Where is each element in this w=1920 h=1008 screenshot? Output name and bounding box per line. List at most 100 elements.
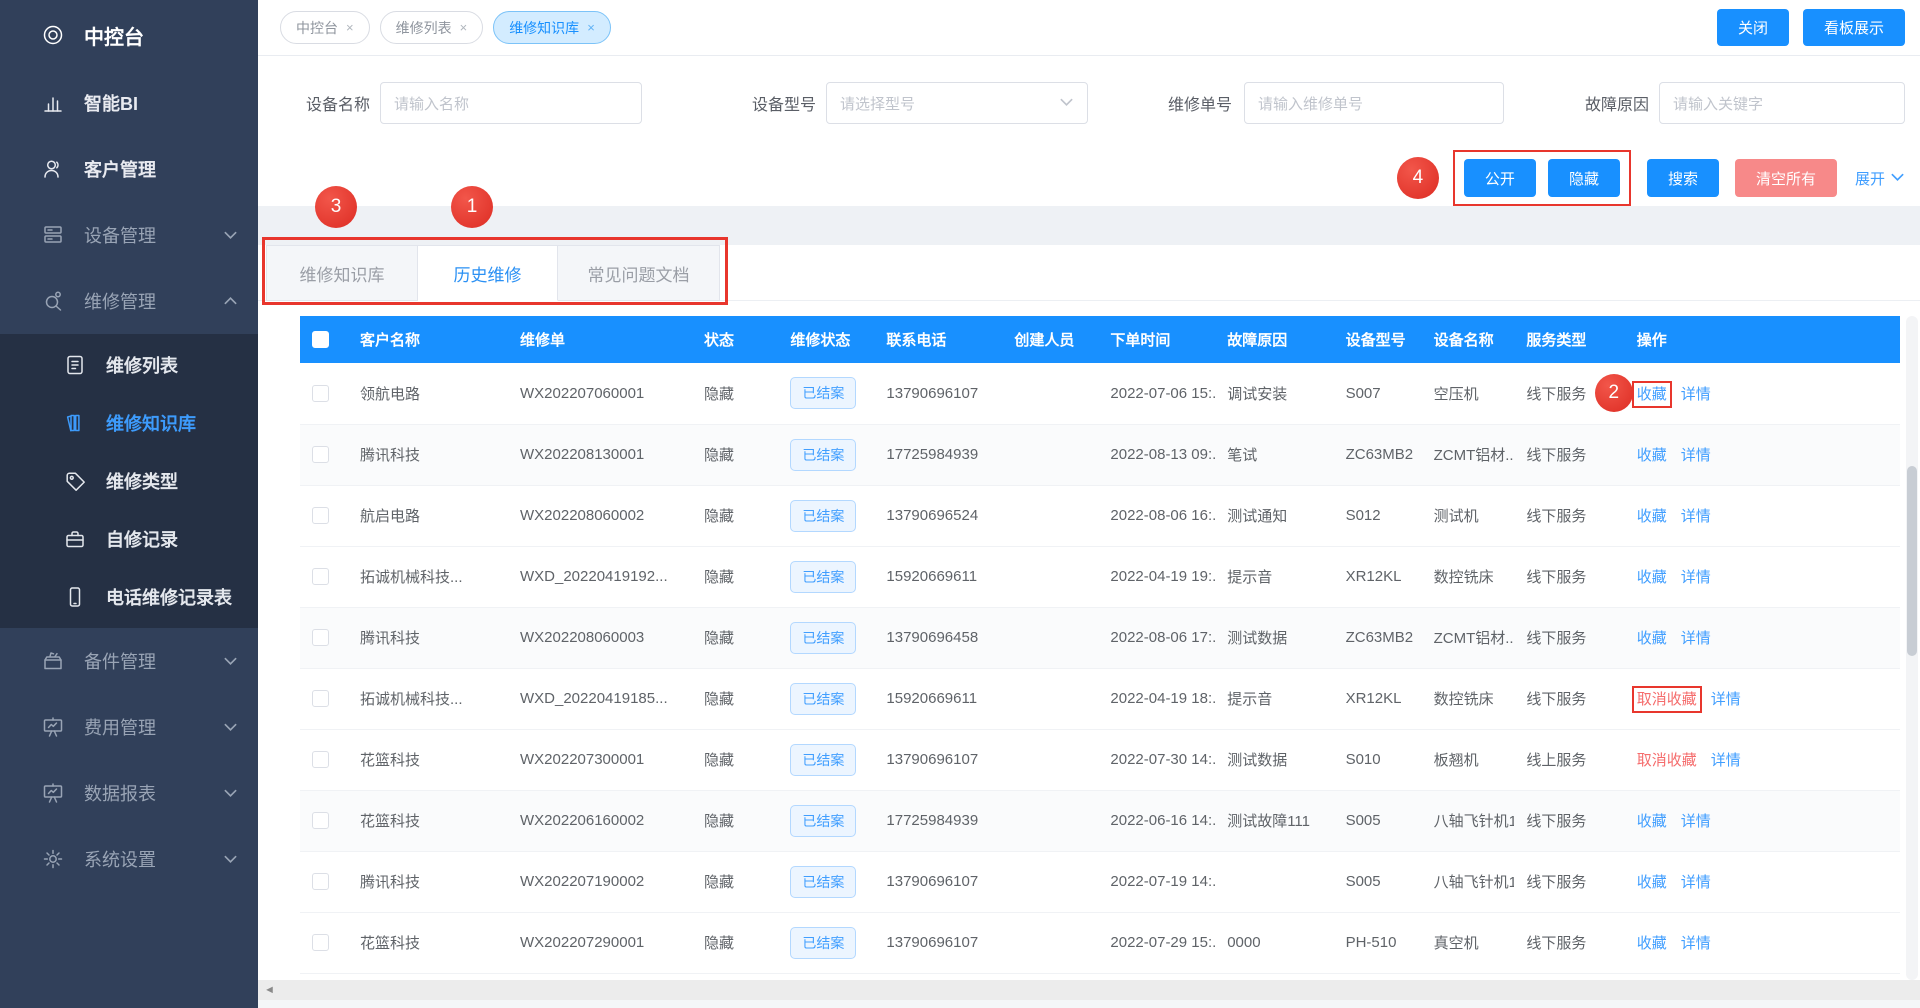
tab-维修知识库[interactable]: 维修知识库	[266, 245, 418, 301]
favorite-link[interactable]: 收藏	[1637, 813, 1667, 830]
filter-label: 维修单号	[1152, 91, 1232, 115]
hide-button[interactable]: 隐藏	[1548, 159, 1620, 197]
close-tag-icon[interactable]: ×	[587, 20, 595, 35]
cell-customer-name: 腾讯科技	[348, 851, 508, 912]
detail-link[interactable]: 详情	[1681, 935, 1711, 952]
chevron-down-icon	[1890, 170, 1905, 187]
cell-order-number: WX202206160002	[508, 790, 692, 851]
cell-creator	[1002, 790, 1098, 851]
sidebar-item-系统设置[interactable]: 系统设置	[0, 826, 258, 892]
page-tag-label: 中控台	[296, 18, 338, 38]
cell-contact-phone: 13790696524	[874, 485, 1002, 546]
row-select-cell	[300, 912, 348, 973]
favorite-link[interactable]: 取消收藏	[1637, 691, 1697, 708]
cell-operations: 收藏详情	[1625, 790, 1900, 851]
sidebar-item-备件管理[interactable]: 备件管理	[0, 628, 258, 694]
tab-历史维修[interactable]: 历史维修	[418, 245, 558, 301]
sidebar-item-维修管理[interactable]: 维修管理	[0, 268, 258, 334]
page-tag-维修知识库[interactable]: 维修知识库×	[493, 11, 611, 44]
detail-link[interactable]: 详情	[1681, 508, 1711, 525]
close-tag-icon[interactable]: ×	[460, 20, 468, 35]
detail-link[interactable]: 详情	[1681, 386, 1711, 403]
cell-fault-reason: 提示音	[1215, 546, 1333, 607]
sidebar-item-客户管理[interactable]: 客户管理	[0, 136, 258, 202]
sidebar-subitem-维修知识库[interactable]: 维修知识库	[0, 394, 258, 452]
sidebar-subitem-自修记录[interactable]: 自修记录	[0, 510, 258, 568]
sidebar-item-费用管理[interactable]: 费用管理	[0, 694, 258, 760]
page-tag-中控台[interactable]: 中控台 ×	[280, 11, 370, 44]
close-tag-icon[interactable]: ×	[346, 20, 354, 35]
favorite-link[interactable]: 收藏	[1637, 386, 1667, 403]
close-button[interactable]: 关闭	[1717, 9, 1789, 46]
row-checkbox[interactable]	[312, 568, 329, 585]
column-header-创建人员: 创建人员	[1002, 316, 1098, 363]
detail-link[interactable]: 详情	[1681, 569, 1711, 586]
favorite-link[interactable]: 收藏	[1637, 935, 1667, 952]
sidebar-item-数据报表[interactable]: 数据报表	[0, 760, 258, 826]
sidebar-subitem-维修类型[interactable]: 维修类型	[0, 452, 258, 510]
favorite-link[interactable]: 收藏	[1637, 630, 1667, 647]
fees-icon	[40, 714, 66, 740]
text-input[interactable]: 请输入名称	[380, 82, 642, 124]
favorite-link[interactable]: 收藏	[1637, 874, 1667, 891]
detail-link[interactable]: 详情	[1681, 630, 1711, 647]
search-button[interactable]: 搜索	[1647, 159, 1719, 197]
text-input[interactable]: 请输入维修单号	[1244, 82, 1504, 124]
detail-link[interactable]: 详情	[1711, 691, 1741, 708]
row-checkbox[interactable]	[312, 812, 329, 829]
detail-link[interactable]: 详情	[1711, 752, 1741, 769]
board-display-button[interactable]: 看板展示	[1803, 9, 1905, 46]
page-tag-维修列表[interactable]: 维修列表 ×	[380, 11, 484, 44]
open-page-tags: 中控台×维修列表×维修知识库×	[280, 11, 1703, 44]
horizontal-scrollbar[interactable]: ◄	[258, 980, 1920, 1000]
row-select-cell	[300, 485, 348, 546]
vertical-scrollbar-thumb[interactable]	[1907, 466, 1917, 656]
cell-creator	[1002, 546, 1098, 607]
cell-operations: 收藏详情	[1625, 912, 1900, 973]
row-checkbox[interactable]	[312, 507, 329, 524]
sidebar-subitem-label: 维修列表	[106, 352, 178, 378]
public-button[interactable]: 公开	[1464, 159, 1536, 197]
expand-link[interactable]: 展开	[1855, 168, 1905, 189]
table-row: 拓诚机械科技...WXD_20220419185...隐藏已结案15920669…	[300, 668, 1900, 729]
favorite-link[interactable]: 收藏	[1637, 569, 1667, 586]
page-tag-label: 维修列表	[396, 18, 452, 38]
row-checkbox[interactable]	[312, 629, 329, 646]
row-checkbox[interactable]	[312, 751, 329, 768]
model-select[interactable]: 请选择型号	[826, 82, 1088, 124]
repair-table: 客户名称维修单状态维修状态联系电话创建人员下单时间故障原因设备型号设备名称服务类…	[300, 316, 1900, 980]
sidebar-item-设备管理[interactable]: 设备管理	[0, 202, 258, 268]
select-all-checkbox[interactable]	[312, 331, 329, 348]
cell-device-model: S005	[1334, 790, 1422, 851]
row-checkbox[interactable]	[312, 385, 329, 402]
cell-repair-status: 已结案	[778, 607, 874, 668]
detail-link[interactable]: 详情	[1681, 447, 1711, 464]
sidebar-item-label: 备件管理	[84, 648, 156, 674]
favorite-link[interactable]: 收藏	[1637, 508, 1667, 525]
input-placeholder: 请输入维修单号	[1258, 93, 1363, 114]
detail-link[interactable]: 详情	[1681, 813, 1711, 830]
scroll-left-arrow-icon[interactable]: ◄	[264, 985, 275, 996]
tab-常见问题文档[interactable]: 常见问题文档	[558, 245, 720, 301]
table-row: 航启电路WX202208060002隐藏已结案137906965242022-0…	[300, 485, 1900, 546]
column-header-客户名称: 客户名称	[348, 316, 508, 363]
detail-link[interactable]: 详情	[1681, 874, 1711, 891]
clear-all-button[interactable]: 清空所有	[1735, 159, 1837, 197]
sidebar-subitem-维修列表[interactable]: 维修列表	[0, 336, 258, 394]
cell-fault-reason: 调试安装	[1215, 363, 1333, 424]
row-checkbox[interactable]	[312, 873, 329, 890]
favorite-link[interactable]: 收藏	[1637, 447, 1667, 464]
column-header-联系电话: 联系电话	[874, 316, 1002, 363]
sidebar-item-智能BI[interactable]: 智能BI	[0, 70, 258, 136]
cell-customer-name: 腾讯科技	[348, 607, 508, 668]
cell-status: 隐藏	[692, 851, 778, 912]
text-input[interactable]: 请输入关键字	[1659, 82, 1905, 124]
sidebar-subitem-电话维修记录表[interactable]: 电话维修记录表	[0, 568, 258, 626]
vertical-scrollbar[interactable]	[1906, 316, 1918, 980]
filter-field-设备名称: 设备名称请输入名称	[298, 82, 642, 124]
row-checkbox[interactable]	[312, 934, 329, 951]
favorite-link[interactable]: 取消收藏	[1637, 752, 1697, 769]
row-checkbox[interactable]	[312, 446, 329, 463]
row-checkbox[interactable]	[312, 690, 329, 707]
sidebar-item-中控台[interactable]: 中控台	[0, 0, 258, 70]
